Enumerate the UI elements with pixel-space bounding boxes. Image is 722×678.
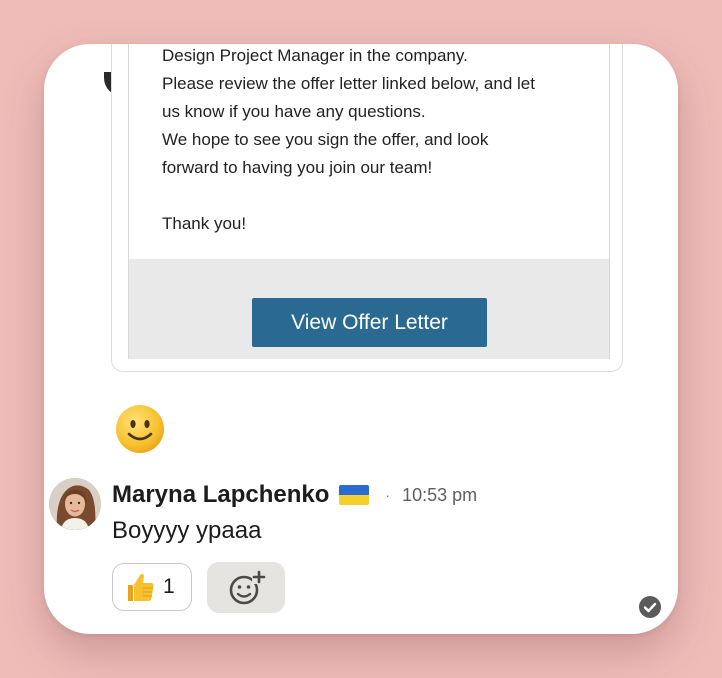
author-name[interactable]: Maryna Lapchenko [112,481,329,509]
thumbs-up-reaction[interactable]: 1 [112,563,192,611]
email-line: us know if you have any questions. [162,102,426,121]
email-body: Design Project Manager in the company. P… [162,44,602,238]
add-reaction-button[interactable] [207,562,285,613]
user-photo [49,478,101,530]
message-text: Boyyyy ypaaa [112,517,262,544]
add-reaction-icon [229,569,266,604]
email-line: Design Project Manager in the company. [162,46,468,65]
check-circle-icon [639,596,661,618]
message-card: Design Project Manager in the company. P… [44,44,678,634]
email-line: Thank you! [162,214,247,233]
message-header: Maryna Lapchenko · 10:53 pm [112,478,477,512]
reaction-count: 1 [163,575,175,598]
slightly-smiling-face-icon [116,405,164,453]
email-line: Please review the offer letter linked be… [162,74,535,93]
avatar[interactable] [49,478,101,530]
thumbs-up-icon [128,573,154,601]
separator-dot: · [385,487,391,503]
email-preview: Design Project Manager in the company. P… [111,44,623,372]
view-offer-letter-button[interactable]: View Offer Letter [252,298,487,347]
ukraine-flag-icon [339,485,370,505]
message-timestamp[interactable]: 10:53 pm [402,485,477,506]
email-content: Design Project Manager in the company. P… [128,44,610,359]
email-line: forward to having you join our team! [162,158,433,177]
email-footer: View Offer Letter [129,259,609,359]
email-spacer [162,182,602,210]
email-line: We hope to see you sign the offer, and l… [162,130,489,149]
